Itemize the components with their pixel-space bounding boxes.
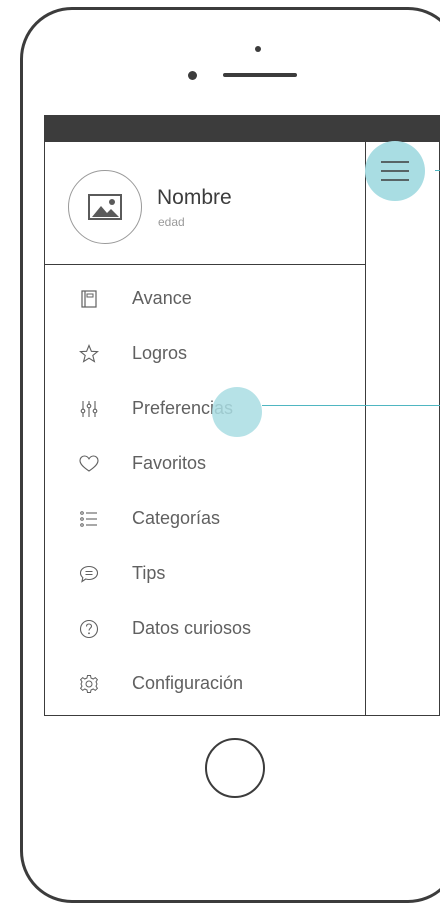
profile-name: Nombre bbox=[157, 186, 232, 209]
notebook-icon bbox=[77, 287, 101, 311]
menu-item-categorias[interactable]: Categorías bbox=[45, 499, 365, 539]
question-icon bbox=[77, 617, 101, 641]
phone-screen: Nombre edad Avance Logros Preferencias F… bbox=[44, 115, 440, 716]
heart-icon bbox=[77, 452, 101, 476]
navigation-drawer: Nombre edad Avance Logros Preferencias F… bbox=[45, 142, 366, 716]
home-button[interactable] bbox=[205, 738, 265, 798]
annotation-line bbox=[262, 405, 440, 406]
menu-item-logros[interactable]: Logros bbox=[45, 334, 365, 374]
menu-item-favoritos[interactable]: Favoritos bbox=[45, 444, 365, 484]
menu-item-avance[interactable]: Avance bbox=[45, 279, 365, 319]
menu-item-label: Configuración bbox=[132, 673, 244, 693]
image-placeholder-icon bbox=[88, 194, 122, 220]
menu-item-configuracion[interactable]: Configuración bbox=[45, 664, 365, 704]
sliders-icon bbox=[77, 397, 101, 421]
annotation-line bbox=[435, 170, 440, 171]
camera bbox=[255, 46, 261, 52]
sensor bbox=[188, 71, 197, 80]
menu-item-preferencias[interactable]: Preferencias bbox=[45, 389, 365, 429]
speaker bbox=[223, 73, 297, 77]
menu-item-label: Tips bbox=[132, 563, 166, 583]
hamburger-icon bbox=[381, 161, 409, 181]
gear-icon bbox=[77, 672, 101, 696]
menu-item-datos-curiosos[interactable]: Datos curiosos bbox=[45, 609, 365, 649]
touch-indicator bbox=[212, 387, 262, 437]
menu-item-tips[interactable]: Tips bbox=[45, 554, 365, 594]
hamburger-menu-button[interactable] bbox=[365, 141, 425, 201]
menu-item-label: Logros bbox=[132, 343, 188, 363]
status-bar bbox=[45, 116, 440, 142]
list-icon bbox=[77, 507, 101, 531]
menu-item-label: Avance bbox=[132, 288, 192, 308]
chat-icon bbox=[77, 562, 101, 586]
menu-item-label: Favoritos bbox=[132, 453, 207, 473]
profile-age: edad bbox=[158, 215, 185, 229]
star-icon bbox=[77, 342, 101, 366]
profile-header: Nombre edad bbox=[45, 142, 365, 265]
menu-item-label: Datos curiosos bbox=[132, 618, 252, 638]
menu-item-label: Categorías bbox=[132, 508, 221, 528]
avatar[interactable] bbox=[68, 170, 142, 244]
